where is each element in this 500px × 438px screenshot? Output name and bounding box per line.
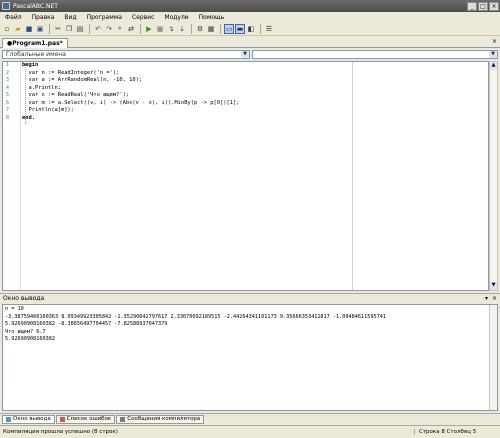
toggle-icon[interactable]: ◧ xyxy=(246,24,256,34)
close-icon[interactable]: × xyxy=(492,295,497,302)
menu-modules[interactable]: Модули xyxy=(159,14,193,21)
document-tabs: ●Program1.pas* × xyxy=(0,37,500,48)
line-number: 5 xyxy=(6,92,10,98)
status-bar: Компиляция прошла успешно (8 строк) Стро… xyxy=(0,425,500,438)
output-line: 5.92690908160382 xyxy=(5,336,55,342)
close-tab-icon[interactable]: × xyxy=(492,38,497,45)
code-line: a.Println; xyxy=(22,84,61,91)
close-window-button[interactable]: × xyxy=(489,1,499,11)
menu-program[interactable]: Программа xyxy=(82,14,127,21)
undo-icon[interactable]: ↶ xyxy=(93,24,103,34)
tab-compiler-messages-label: Сообщения компилятора xyxy=(127,416,201,422)
save-icon[interactable]: ■ xyxy=(24,24,34,34)
chevron-down-icon[interactable]: ▼ xyxy=(241,51,249,58)
global-names-value: Глобальные имена xyxy=(6,51,66,58)
bottom-tabs: Окно вывода Список ошибок Сообщения комп… xyxy=(0,413,500,424)
editor-scrollbar[interactable]: ▲ ▼ xyxy=(489,61,498,291)
debug-icon[interactable]: ⚙ xyxy=(195,24,205,34)
line-number-gutter: 1 2 3 4 5 6 7 8 xyxy=(3,62,21,290)
scroll-down-icon[interactable]: ▼ xyxy=(490,282,497,290)
scroll-up-icon[interactable]: ▲ xyxy=(490,62,497,70)
menu-service[interactable]: Сервис xyxy=(127,14,159,21)
output-line: 5.92690908160382 -8.38656497704457 -7.82… xyxy=(5,321,168,327)
toolbar-separator xyxy=(220,23,221,34)
paste-icon[interactable]: ▤ xyxy=(75,24,85,34)
app-icon xyxy=(2,2,10,10)
toolbar-separator xyxy=(260,23,261,34)
toolbar-separator xyxy=(49,23,50,34)
tab-output[interactable]: Окно вывода xyxy=(2,414,55,424)
menu-file[interactable]: Файл xyxy=(0,14,27,21)
toolbar: ▫ ▰ ■ ▣ ✂ ❐ ▤ ↶ ↷ ⌕ ⇄ ▶ ■ ↴ ⇣ ⚙ ▦ ▭ ▬ ◧ … xyxy=(0,22,500,36)
line-number: 6 xyxy=(6,99,10,106)
code-line: var m := a.Select((v, i) -> (Abs(v - x),… xyxy=(22,99,240,106)
output-panel-title: Окно вывода xyxy=(3,295,45,302)
maximize-button[interactable]: □ xyxy=(478,1,488,11)
error-list-icon xyxy=(59,416,65,422)
tab-output-label: Окно вывода xyxy=(13,416,51,422)
members-combo[interactable]: ▼ xyxy=(252,50,498,59)
output-line: Что ищем? 6.7 xyxy=(5,328,46,335)
toolbar-separator xyxy=(89,23,90,34)
window-title: PascalABC.NET xyxy=(13,2,58,10)
replace-icon[interactable]: ⇄ xyxy=(126,24,136,34)
code-line: var a := ArrRandomReal(n, -10, 10); xyxy=(22,77,143,83)
menu-help[interactable]: Помощь xyxy=(194,14,230,21)
global-names-combo[interactable]: Глобальные имена ▼ xyxy=(2,50,250,59)
tab-compiler-messages[interactable]: Сообщения компилятора xyxy=(116,414,205,424)
chevron-down-icon[interactable]: ▼ xyxy=(489,51,497,58)
code-lines: begin var n := ReadInteger('n ='); var a… xyxy=(22,62,488,122)
run-icon[interactable]: ▶ xyxy=(144,24,154,34)
toolbar-separator xyxy=(140,23,141,34)
code-editor[interactable]: 1 2 3 4 5 6 7 8 begin var n := ReadInteg… xyxy=(2,61,489,291)
compiler-messages-icon xyxy=(120,416,126,422)
stop-icon[interactable]: ■ xyxy=(155,24,165,34)
output-line: n = 10 xyxy=(5,306,24,312)
tab-errors[interactable]: Список ошибок xyxy=(55,414,116,424)
line-number: 8 xyxy=(6,114,10,121)
line-number: 3 xyxy=(6,77,10,83)
symbols-bar: Глобальные имена ▼ ▼ xyxy=(2,50,498,60)
code-line: Println(a[m]); xyxy=(22,107,74,113)
line-number: 2 xyxy=(6,69,10,76)
step-into-icon[interactable]: ⇣ xyxy=(177,24,187,34)
output-line: -3.38759460160363 8.09349923305842 -1.35… xyxy=(5,313,387,320)
settings-icon[interactable]: ☰ xyxy=(264,24,274,34)
tab-errors-label: Список ошибок xyxy=(66,416,112,422)
compile-icon[interactable]: ▦ xyxy=(206,24,216,34)
line-number: 1 xyxy=(6,62,10,68)
save-all-icon[interactable]: ▣ xyxy=(35,24,45,34)
copy-icon[interactable]: ❐ xyxy=(64,24,74,34)
panel-icon[interactable]: ▬ xyxy=(235,23,245,34)
title-bar: PascalABC.NET _ □ × xyxy=(0,0,500,12)
find-icon[interactable]: ⌕ xyxy=(115,24,125,34)
output-window[interactable]: n = 10 -3.38759460160363 8.0934992330584… xyxy=(2,304,498,411)
open-icon[interactable]: ▰ xyxy=(13,24,23,34)
layout-icon[interactable]: ▭ xyxy=(224,23,234,34)
right-margin-line xyxy=(352,62,353,290)
code-line: end. xyxy=(22,114,35,121)
output-window-icon xyxy=(6,416,11,422)
menu-edit[interactable]: Правка xyxy=(27,14,60,21)
code-line: var x := ReadReal('Что ищем?'); xyxy=(22,92,130,98)
redo-icon[interactable]: ↷ xyxy=(104,24,114,34)
new-icon[interactable]: ▫ xyxy=(2,24,12,34)
code-line: var n := ReadInteger('n ='); xyxy=(22,69,120,76)
line-number: 4 xyxy=(6,84,10,91)
menu-view[interactable]: Вид xyxy=(59,14,81,21)
code-line: begin xyxy=(22,62,39,68)
cursor-position: Строка 8 Столбец 5 xyxy=(414,429,500,435)
line-number: 7 xyxy=(6,107,10,113)
cut-icon[interactable]: ✂ xyxy=(53,24,63,34)
step-over-icon[interactable]: ↴ xyxy=(166,24,176,34)
toolbar-separator xyxy=(191,23,192,34)
status-message: Компиляция прошла успешно (8 строк) xyxy=(3,429,118,435)
menu-bar: Файл Правка Вид Программа Сервис Модули … xyxy=(0,12,500,22)
output-scrollbar[interactable] xyxy=(489,305,497,410)
pin-icon[interactable]: ▾ xyxy=(485,295,488,302)
tab-program1[interactable]: ●Program1.pas* xyxy=(2,38,68,48)
minimize-button[interactable]: _ xyxy=(467,1,477,11)
output-panel-header: Окно вывода ▾ × xyxy=(0,293,500,303)
